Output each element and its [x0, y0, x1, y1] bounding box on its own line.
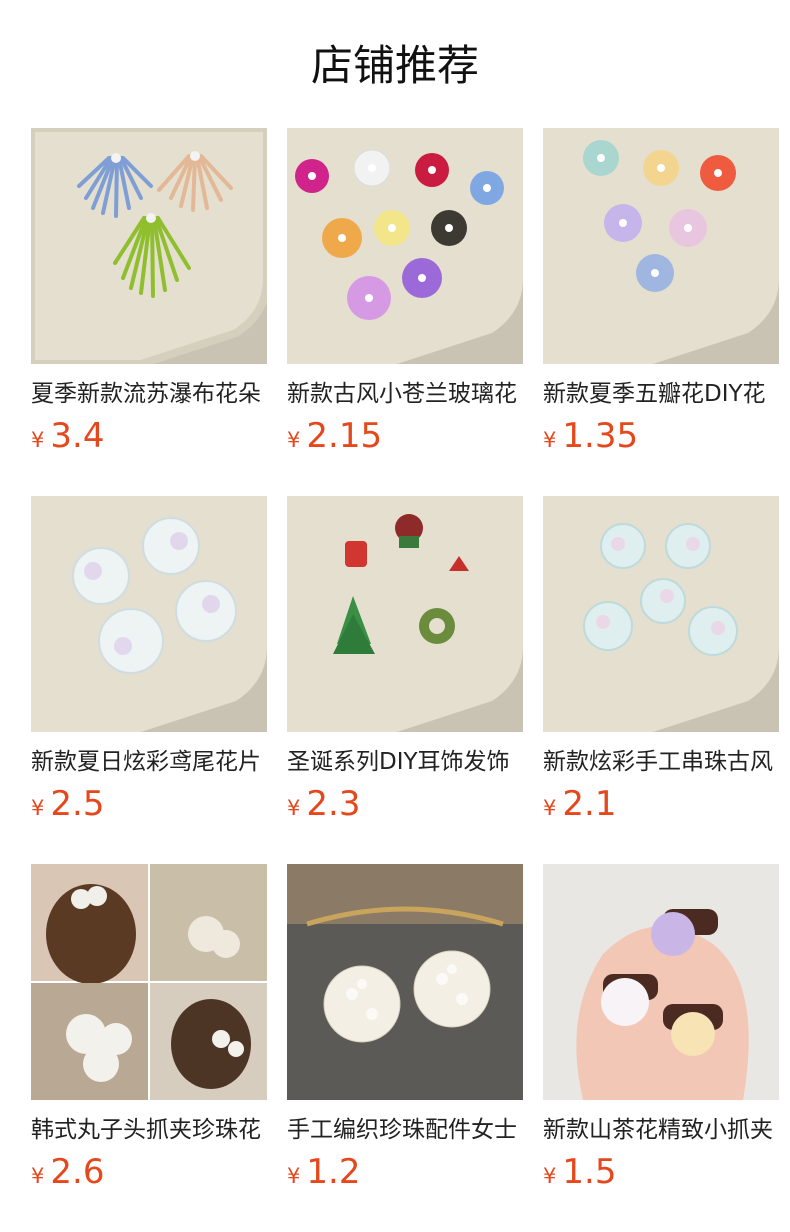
currency-symbol: ¥ [31, 428, 45, 452]
price-value: 2.3 [306, 784, 361, 824]
price-value: 3.4 [50, 416, 105, 456]
currency-symbol: ¥ [287, 796, 301, 820]
product-price: ¥1.2 [287, 1150, 523, 1200]
product-name[interactable]: 新款古风小苍兰玻璃花 [287, 378, 523, 410]
product-card[interactable]: 新款山茶花精致小抓夹 ¥1.5 [543, 864, 779, 1200]
price-value: 1.2 [306, 1152, 361, 1192]
product-image[interactable] [543, 128, 779, 364]
product-name[interactable]: 圣诞系列DIY耳饰发饰 [287, 746, 523, 778]
price-value: 2.1 [562, 784, 617, 824]
product-name[interactable]: 新款炫彩手工串珠古风 [543, 746, 779, 778]
product-card[interactable]: 圣诞系列DIY耳饰发饰 ¥2.3 [287, 496, 523, 832]
product-price: ¥2.3 [287, 782, 523, 832]
product-image[interactable] [543, 496, 779, 732]
currency-symbol: ¥ [543, 1164, 557, 1188]
product-name[interactable]: 韩式丸子头抓夹珍珠花 [31, 1114, 267, 1146]
product-price: ¥2.1 [543, 782, 779, 832]
product-price: ¥2.15 [287, 414, 523, 464]
price-value: 2.6 [50, 1152, 105, 1192]
product-name[interactable]: 新款山茶花精致小抓夹 [543, 1114, 779, 1146]
product-card[interactable]: 新款夏日炫彩鸢尾花片 ¥2.5 [31, 496, 267, 832]
product-price: ¥2.6 [31, 1150, 267, 1200]
currency-symbol: ¥ [543, 428, 557, 452]
product-card[interactable]: 手工编织珍珠配件女士 ¥1.2 [287, 864, 523, 1200]
product-image[interactable] [31, 496, 267, 732]
product-image[interactable] [543, 864, 779, 1100]
product-image[interactable] [287, 496, 523, 732]
product-name[interactable]: 夏季新款流苏瀑布花朵 [31, 378, 267, 410]
product-name[interactable]: 新款夏日炫彩鸢尾花片 [31, 746, 267, 778]
product-card[interactable]: 韩式丸子头抓夹珍珠花 ¥2.6 [31, 864, 267, 1200]
currency-symbol: ¥ [287, 1164, 301, 1188]
product-name[interactable]: 新款夏季五瓣花DIY花 [543, 378, 779, 410]
product-price: ¥1.35 [543, 414, 779, 464]
product-image[interactable] [31, 128, 267, 364]
product-card[interactable]: 新款炫彩手工串珠古风 ¥2.1 [543, 496, 779, 832]
product-image[interactable] [287, 864, 523, 1100]
currency-symbol: ¥ [543, 796, 557, 820]
currency-symbol: ¥ [31, 1164, 45, 1188]
currency-symbol: ¥ [31, 796, 45, 820]
product-grid: 夏季新款流苏瀑布花朵 ¥3.4 新款古风小苍兰玻璃花 ¥ 2.15 新款夏季五瓣… [0, 0, 790, 1232]
product-image[interactable] [287, 128, 523, 364]
product-image[interactable] [31, 864, 267, 1100]
price-value: 1.35 [562, 416, 639, 456]
product-price: ¥3.4 [31, 414, 267, 464]
price-value: 1.5 [562, 1152, 617, 1192]
product-card[interactable]: 新款夏季五瓣花DIY花 ¥1.35 [543, 128, 779, 464]
product-name[interactable]: 手工编织珍珠配件女士 [287, 1114, 523, 1146]
price-value: 2.15 [306, 416, 383, 456]
price-value: 2.5 [50, 784, 105, 824]
product-price: ¥1.5 [543, 1150, 779, 1200]
currency-symbol: ¥ [287, 428, 301, 452]
product-card[interactable]: 夏季新款流苏瀑布花朵 ¥3.4 [31, 128, 267, 464]
product-price: ¥2.5 [31, 782, 267, 832]
product-card[interactable]: 新款古风小苍兰玻璃花 ¥2.15 [287, 128, 523, 464]
